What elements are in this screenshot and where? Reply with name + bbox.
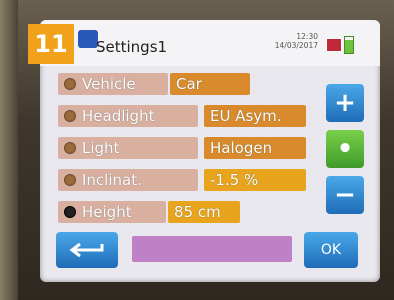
setting-value[interactable]: Car: [170, 73, 250, 95]
radio-icon[interactable]: [64, 142, 76, 154]
device-screen: Settings1 12:30 14/03/2017 Vehicle Car H…: [40, 20, 380, 282]
radio-icon[interactable]: [64, 174, 76, 186]
setting-label: Height: [82, 203, 132, 221]
default-button[interactable]: •: [326, 130, 364, 168]
decrease-button[interactable]: −: [326, 176, 364, 214]
setting-value[interactable]: Halogen: [204, 137, 306, 159]
setting-label: Vehicle: [82, 75, 136, 93]
clock: 12:30 14/03/2017: [266, 32, 318, 50]
app-logo-icon: [78, 30, 98, 48]
back-button[interactable]: [56, 232, 118, 268]
step-number-badge: 11: [28, 24, 74, 64]
status-field: [132, 236, 292, 262]
setting-row-vehicle[interactable]: Vehicle Car: [58, 72, 250, 96]
setting-value[interactable]: 85 cm: [168, 201, 240, 223]
setting-label: Headlight: [82, 107, 155, 125]
setting-row-height[interactable]: Height 85 cm: [58, 200, 240, 224]
setting-row-inclination[interactable]: Inclinat. -1.5 %: [58, 168, 306, 192]
setting-label-box: Vehicle: [58, 73, 168, 95]
time-text: 12:30: [296, 32, 318, 41]
date-text: 14/03/2017: [274, 41, 318, 50]
setting-label: Inclinat.: [82, 171, 142, 189]
setting-value[interactable]: -1.5 %: [204, 169, 306, 191]
setting-label-box: Height: [58, 201, 166, 223]
setting-row-headlight[interactable]: Headlight EU Asym.: [58, 104, 306, 128]
radio-selected-icon[interactable]: [64, 206, 76, 218]
setting-label: Light: [82, 139, 120, 157]
setting-value[interactable]: EU Asym.: [204, 105, 306, 127]
increase-button[interactable]: +: [326, 84, 364, 122]
radio-icon[interactable]: [64, 78, 76, 90]
battery-icon: [344, 36, 354, 54]
radio-icon[interactable]: [64, 110, 76, 122]
device-edge: [0, 0, 18, 300]
setting-label-box: Inclinat.: [58, 169, 198, 191]
page-title: Settings1: [96, 38, 168, 56]
setting-label-box: Light: [58, 137, 198, 159]
back-arrow-icon: [69, 242, 104, 258]
setting-row-light[interactable]: Light Halogen: [58, 136, 306, 160]
ok-button[interactable]: OK: [304, 232, 358, 268]
record-icon: [326, 38, 342, 52]
setting-label-box: Headlight: [58, 105, 198, 127]
